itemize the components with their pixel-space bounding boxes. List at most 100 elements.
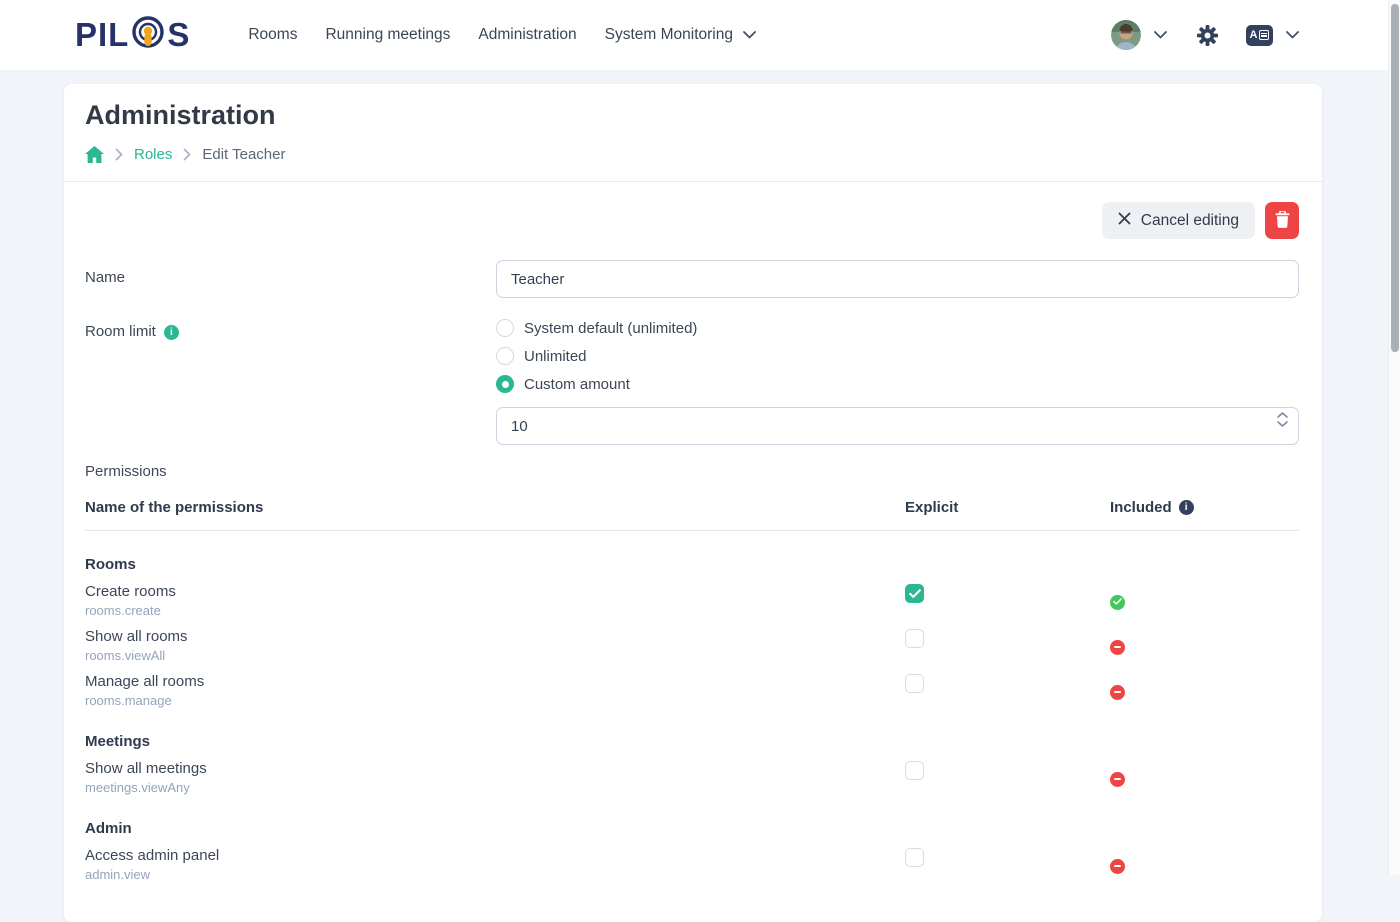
permission-name-cell: Create rooms rooms.create	[85, 583, 905, 618]
nav-item-system-monitoring[interactable]: System Monitoring	[605, 26, 756, 44]
card-header: Administration Roles Edit Teacher	[64, 84, 1322, 181]
number-stepper	[1277, 412, 1288, 427]
main-navigation: Rooms Running meetings Administration Sy…	[248, 26, 756, 44]
language-chevron-icon[interactable]	[1286, 31, 1299, 39]
explicit-checkbox[interactable]	[905, 674, 924, 693]
admin-card: Administration Roles Edit Teacher Cancel…	[64, 84, 1322, 922]
room-limit-form-row: Room limit i System default (unlimited) …	[85, 314, 1299, 445]
nav-item-administration[interactable]: Administration	[478, 26, 576, 44]
permission-explicit-cell	[905, 760, 1110, 795]
permission-group-title: Meetings	[85, 733, 1299, 750]
scrollbar-thumb[interactable]	[1391, 4, 1399, 352]
permission-included-cell	[1110, 847, 1299, 882]
permission-code: rooms.viewAll	[85, 648, 905, 663]
permission-name-cell: Show all rooms rooms.viewAll	[85, 628, 905, 663]
permission-explicit-cell	[905, 847, 1110, 882]
stepper-down-icon[interactable]	[1277, 421, 1288, 427]
permission-label: Show all meetings	[85, 760, 905, 777]
actions-bar: Cancel editing	[85, 202, 1299, 239]
nav-item-rooms[interactable]: Rooms	[248, 26, 297, 44]
permission-code: rooms.manage	[85, 693, 905, 708]
included-denied-icon	[1110, 685, 1125, 700]
column-header-name: Name of the permissions	[85, 499, 905, 516]
permission-row: Show all rooms rooms.viewAll	[85, 628, 1299, 663]
permission-label: Manage all rooms	[85, 673, 905, 690]
scrollbar-track	[1388, 0, 1400, 875]
nav-item-running-meetings[interactable]: Running meetings	[325, 26, 450, 44]
language-selector[interactable]: A	[1246, 25, 1273, 46]
chevron-down-icon	[743, 31, 756, 39]
breadcrumb-current: Edit Teacher	[202, 146, 285, 163]
gear-icon[interactable]	[1196, 24, 1219, 47]
card-body: Cancel editing Name Room	[64, 182, 1322, 922]
cancel-editing-label: Cancel editing	[1141, 212, 1239, 230]
permission-label: Access admin panel	[85, 847, 905, 864]
breadcrumb-separator-icon	[183, 148, 191, 161]
name-label: Name	[85, 260, 496, 298]
radio-unlimited-label: Unlimited	[524, 348, 587, 365]
permission-row: Show all meetings meetings.viewAny	[85, 760, 1299, 795]
explicit-checkbox[interactable]	[905, 848, 924, 867]
trash-icon	[1275, 211, 1290, 231]
translate-icon: A	[1246, 25, 1273, 46]
custom-amount-input[interactable]	[496, 407, 1299, 445]
permission-code: meetings.viewAny	[85, 780, 905, 795]
logo-text-suffix: S	[167, 16, 190, 54]
logo-text-prefix: PIL	[75, 16, 129, 54]
included-denied-icon	[1110, 859, 1125, 874]
custom-amount-wrap	[496, 407, 1299, 445]
cancel-editing-button[interactable]: Cancel editing	[1102, 202, 1255, 239]
explicit-checkbox[interactable]	[905, 629, 924, 648]
permission-name-cell: Show all meetings meetings.viewAny	[85, 760, 905, 795]
page-title: Administration	[85, 100, 1301, 131]
info-icon[interactable]: i	[1179, 500, 1194, 515]
permission-group-title: Rooms	[85, 556, 1299, 573]
radio-system-default[interactable]: System default (unlimited)	[496, 314, 1299, 342]
radio-custom-amount[interactable]: Custom amount	[496, 370, 1299, 398]
column-header-explicit: Explicit	[905, 499, 1110, 516]
permission-explicit-cell	[905, 673, 1110, 708]
close-icon	[1118, 212, 1131, 230]
permission-included-cell	[1110, 628, 1299, 663]
radio-unlimited[interactable]: Unlimited	[496, 342, 1299, 370]
name-form-row: Name	[85, 260, 1299, 298]
included-denied-icon	[1110, 772, 1125, 787]
name-input[interactable]	[496, 260, 1299, 298]
permission-explicit-cell	[905, 628, 1110, 663]
explicit-checkbox-checked[interactable]	[905, 584, 924, 603]
permission-row: Manage all rooms rooms.manage	[85, 673, 1299, 708]
included-granted-icon	[1110, 595, 1125, 610]
permission-code: rooms.create	[85, 603, 905, 618]
user-menu-chevron-icon[interactable]	[1154, 31, 1167, 39]
permission-included-cell	[1110, 673, 1299, 708]
included-denied-icon	[1110, 640, 1125, 655]
radio-system-default-label: System default (unlimited)	[524, 320, 697, 337]
permission-explicit-cell	[905, 583, 1110, 618]
permission-label: Show all rooms	[85, 628, 905, 645]
radio-custom-amount-label: Custom amount	[524, 376, 630, 393]
permission-group-title: Admin	[85, 820, 1299, 837]
permission-row: Access admin paneladmin.view	[85, 847, 1299, 882]
permissions-table: Name of the permissions Explicit Include…	[85, 491, 1299, 882]
permission-included-cell	[1110, 583, 1299, 618]
pilos-logo-icon	[130, 15, 166, 60]
navbar-right-controls: A	[1111, 20, 1299, 50]
breadcrumb-roles-link[interactable]: Roles	[134, 146, 172, 163]
home-icon[interactable]	[85, 146, 104, 163]
permission-label: Create rooms	[85, 583, 905, 600]
radio-icon	[496, 347, 514, 365]
column-header-included-label: Included	[1110, 499, 1172, 516]
explicit-checkbox[interactable]	[905, 761, 924, 780]
info-icon[interactable]: i	[164, 325, 179, 340]
stepper-up-icon[interactable]	[1277, 412, 1288, 418]
permissions-section-label: Permissions	[85, 463, 1299, 480]
breadcrumb: Roles Edit Teacher	[85, 146, 1301, 163]
permission-row: Create rooms rooms.create	[85, 583, 1299, 618]
pilos-logo[interactable]: PIL S	[75, 13, 190, 58]
breadcrumb-separator-icon	[115, 148, 123, 161]
radio-icon	[496, 375, 514, 393]
radio-icon	[496, 319, 514, 337]
user-avatar[interactable]	[1111, 20, 1141, 50]
top-navbar: PIL S Rooms Running meetings Administrat…	[0, 0, 1400, 70]
delete-role-button[interactable]	[1265, 202, 1299, 239]
